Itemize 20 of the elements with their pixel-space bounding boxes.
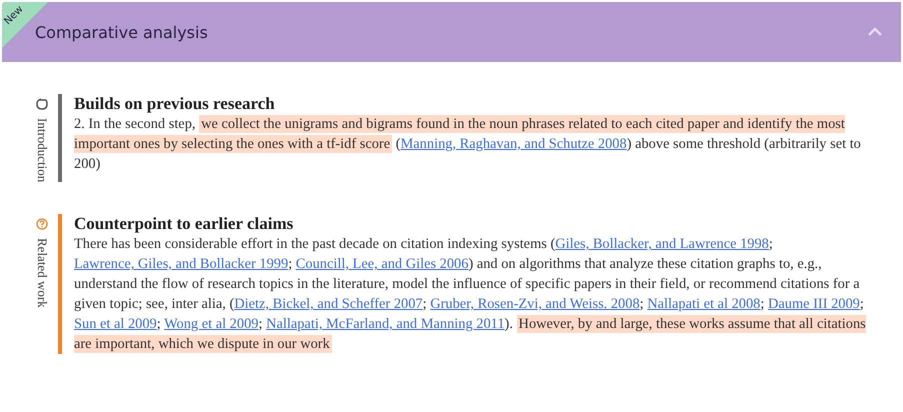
citation-link[interactable]: Dietz, Bickel, and Scheffer 2007 <box>234 296 423 312</box>
section-label: Related work <box>34 238 50 308</box>
citation-link[interactable]: Manning, Raghavan, and Schutze 2008 <box>400 136 627 152</box>
paragraph: 2. In the second step, we collect the unigrams and bigrams found in the noun phrases related to each cited paper and identify the most important ones by selecting the ones with a tf-idf score (Manning, Raghavan, and Schutze 2008) above some threshold (arbitrarily set to 200) <box>74 114 862 174</box>
question-icon <box>36 218 48 230</box>
citation-link[interactable]: Lawrence, Giles, and Bollacker 1999 <box>74 256 288 272</box>
section-label: Introduction <box>34 118 50 182</box>
chevron-up-icon <box>867 27 883 37</box>
citation-link[interactable]: Nallapati, McFarland, and Manning 2011 <box>266 316 505 332</box>
paragraph: There has been considerable effort in the past decade on citation indexing systems (Giles, Bollacker, and Lawrence 1998; Lawrence, Giles, and Bollacker 1999; Councill, Lee, and Giles 2006) and on algorithms that analyze these citation graphs to, e.g., understand the flow of research topics in the literature, model the influence of specific papers in their field, or recommend citations for a given topic; see, inter alia, (Dietz, Bickel, and Scheffer 2007; Gruber, Rosen-Zvi, and Weiss. 2008; Nallapati et al 2008; Daume III 2009; Sun et al 2009; Wong et al 2009; Nallapati, McFarland, and Manning 2011). However, by and large, these works assume that all citations are important, which we dispute in our work <box>74 235 867 354</box>
citation-link[interactable]: Nallapati et al 2008 <box>647 296 760 312</box>
citation-link[interactable]: Wong et al 2009 <box>164 316 258 332</box>
citation-link[interactable]: Daume III 2009 <box>768 296 860 312</box>
citation-link[interactable]: Gruber, Rosen-Zvi, and Weiss. 2008 <box>430 296 640 312</box>
citation-link[interactable]: Giles, Bollacker, and Lawrence 1998 <box>555 236 769 252</box>
citation-link[interactable]: Sun et al 2009 <box>74 316 157 332</box>
section-heading: Counterpoint to earlier claims <box>74 214 294 234</box>
section-heading: Builds on previous research <box>74 94 276 114</box>
citation-link[interactable]: Councill, Lee, and Giles 2006 <box>296 256 468 272</box>
loop-icon <box>36 98 48 110</box>
